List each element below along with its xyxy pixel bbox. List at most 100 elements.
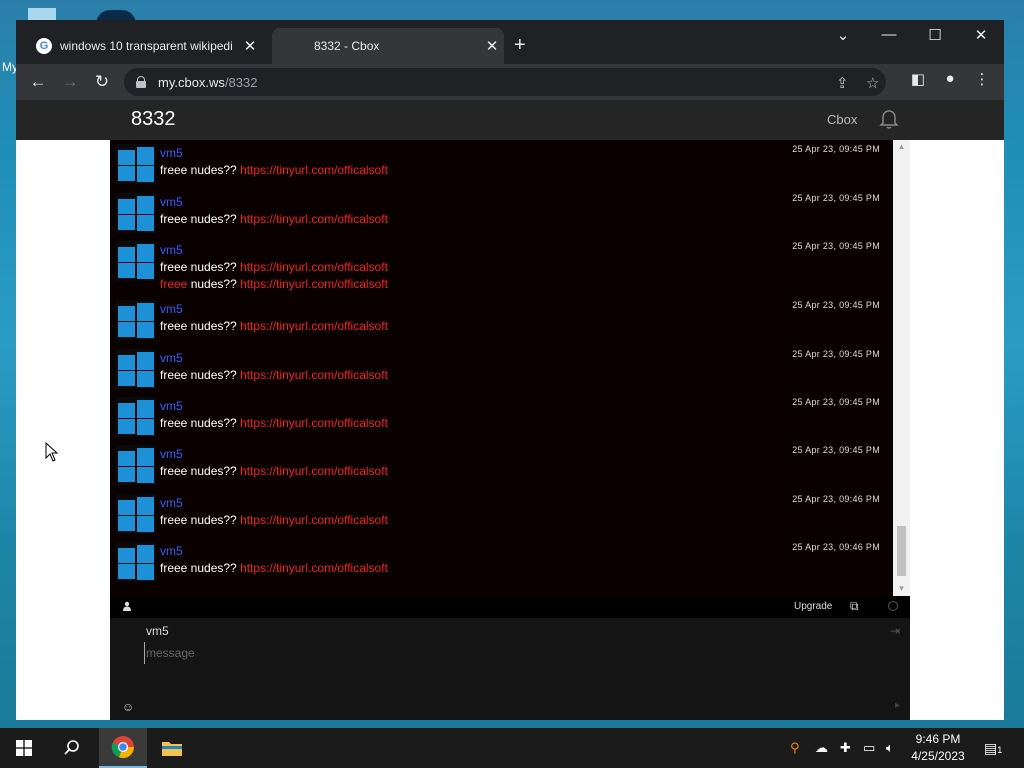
address-bar[interactable]: my.cbox.ws/8332 ⇪ ☆ [124,68,886,96]
chrome-icon [111,736,135,759]
avatar [116,144,156,184]
message-link[interactable]: https://tinyurl.com/officalsoft [240,260,388,274]
search-tray-icon[interactable]: ⚲ [790,740,800,756]
avatar [116,193,156,233]
new-tab-button[interactable]: + [514,34,526,57]
scroll-up-arrow[interactable]: ▲ [893,140,910,154]
security-icon[interactable]: ✚ [840,740,851,756]
browser-window: G windows 10 transparent wikipedi ✕ 8332… [16,20,1004,720]
maximize-button[interactable]: ☐ [920,26,950,44]
tab-title: 8332 - Cbox [314,39,380,53]
message-username[interactable]: vm5 [160,351,183,365]
cbox-header: 8332 Cbox [16,100,1004,140]
network-icon[interactable]: ▭ [863,740,875,756]
scrollbar[interactable]: ▲ ▼ [893,140,910,596]
message-link[interactable]: https://tinyurl.com/officalsoft [240,163,388,177]
tab-search-icon[interactable]: ⌄ [828,26,858,44]
search-icon [64,740,79,755]
onedrive-icon[interactable]: ☁ [815,740,828,756]
chat-box: vm5 25 Apr 23, 09:45 PM freee nudes?? http… [110,140,910,720]
chat-message: vm5 25 Apr 23, 09:45 PM freee nudes?? http… [116,296,886,344]
side-panel-icon[interactable]: ◧ [906,70,930,88]
message-link[interactable]: https://tinyurl.com/officalsoft [240,277,388,291]
external-link-icon[interactable]: ⧉ [850,599,859,614]
emoji-icon[interactable]: ☺ [122,700,134,714]
compose-area: vm5 ⇥ ☺ ▸ [110,618,910,720]
reload-button[interactable]: ↻ [90,70,114,94]
user-icon[interactable] [122,601,132,611]
message-timestamp: 25 Apr 23, 09:45 PM [792,397,880,407]
message-username[interactable]: vm5 [160,447,183,461]
message-text: freee nudes?? https://tinyurl.com/offica… [160,277,388,291]
message-body: freee nudes?? [160,368,241,382]
upgrade-link[interactable]: Upgrade [794,601,832,612]
volume-icon[interactable]: 🔈︎ [886,740,894,756]
compose-username[interactable]: vm5 [146,624,169,638]
message-text: freee nudes?? https://tinyurl.com/offica… [160,163,388,177]
message-link[interactable]: https://tinyurl.com/officalsoft [240,561,388,575]
message-link[interactable]: https://tinyurl.com/officalsoft [240,319,388,333]
message-timestamp: 25 Apr 23, 09:45 PM [792,300,880,310]
forward-button[interactable]: → [58,70,82,94]
back-button[interactable]: ← [26,70,50,94]
chat-message: vm5 25 Apr 23, 09:45 PM freee nudes?? http… [116,189,886,237]
share-icon[interactable]: ⇪ [836,74,849,92]
message-text: freee nudes?? https://tinyurl.com/offica… [160,319,388,333]
close-tab-icon[interactable]: ✕ [238,37,262,55]
message-text: freee nudes?? https://tinyurl.com/offica… [160,416,388,430]
message-body: nudes?? [187,277,241,291]
message-body: freee nudes?? [160,319,241,333]
message-username[interactable]: vm5 [160,302,183,316]
notification-count: 1 [997,745,1003,755]
message-link[interactable]: https://tinyurl.com/officalsoft [240,212,388,226]
message-link[interactable]: https://tinyurl.com/officalsoft [240,464,388,478]
url-host: my.cbox.ws [158,74,225,90]
chat-message: vm5 25 Apr 23, 09:46 PM freee nudes?? http… [116,538,886,586]
message-link[interactable]: https://tinyurl.com/officalsoft [240,368,388,382]
chrome-taskbar-button[interactable] [99,728,147,768]
mouse-cursor-icon [45,442,59,462]
message-link[interactable]: https://tinyurl.com/officalsoft [240,513,388,527]
profile-icon[interactable]: ● [938,70,962,87]
notification-center-icon[interactable]: ▤1 [984,740,1002,757]
message-username[interactable]: vm5 [160,544,183,558]
close-window-button[interactable]: ✕ [966,26,996,44]
message-body: freee nudes?? [160,163,241,177]
message-username[interactable]: vm5 [160,195,183,209]
message-username[interactable]: vm5 [160,399,183,413]
send-icon[interactable]: ▸ [895,700,900,711]
bookmark-star-icon[interactable]: ☆ [866,74,879,92]
message-link[interactable]: https://tinyurl.com/officalsoft [240,416,388,430]
chat-message: vm5 25 Apr 23, 09:46 PM freee nudes?? http… [116,490,886,538]
message-body: freee nudes?? [160,561,241,575]
sign-in-icon[interactable]: ⇥ [890,624,900,638]
close-tab-icon[interactable]: ✕ [480,37,504,55]
message-timestamp: 25 Apr 23, 09:46 PM [792,542,880,552]
clock[interactable]: 9:46 PM 4/25/2023 [906,731,970,765]
tab-cbox[interactable]: 8332 - Cbox ✕ [272,28,504,64]
scroll-down-arrow[interactable]: ▼ [893,582,910,596]
tab-google-search[interactable]: G windows 10 transparent wikipedi ✕ [26,28,262,64]
start-button[interactable] [0,728,48,768]
status-ring-icon[interactable] [888,601,898,611]
message-username[interactable]: vm5 [160,243,183,257]
minimize-button[interactable]: — [874,26,904,43]
message-input[interactable] [144,642,864,664]
message-timestamp: 25 Apr 23, 09:45 PM [792,349,880,359]
message-body: freee nudes?? [160,464,241,478]
chat-message: vm5 25 Apr 23, 09:45 PM freee nudes?? http… [116,393,886,441]
message-username[interactable]: vm5 [160,146,183,160]
message-text: freee nudes?? https://tinyurl.com/offica… [160,513,388,527]
chat-message: vm5 25 Apr 23, 09:45 PM freee nudes?? http… [116,140,886,188]
menu-icon[interactable]: ⋮ [970,70,994,88]
avatar [116,445,156,485]
message-text: freee nudes?? https://tinyurl.com/offica… [160,212,388,226]
file-explorer-button[interactable] [148,728,196,768]
folder-icon [162,742,182,756]
cbox-brand-link[interactable]: Cbox [827,112,857,127]
bell-icon[interactable] [878,108,900,130]
scrollbar-thumb[interactable] [897,526,906,576]
lock-icon[interactable] [136,76,146,88]
message-username[interactable]: vm5 [160,496,183,510]
search-button[interactable] [48,728,96,768]
